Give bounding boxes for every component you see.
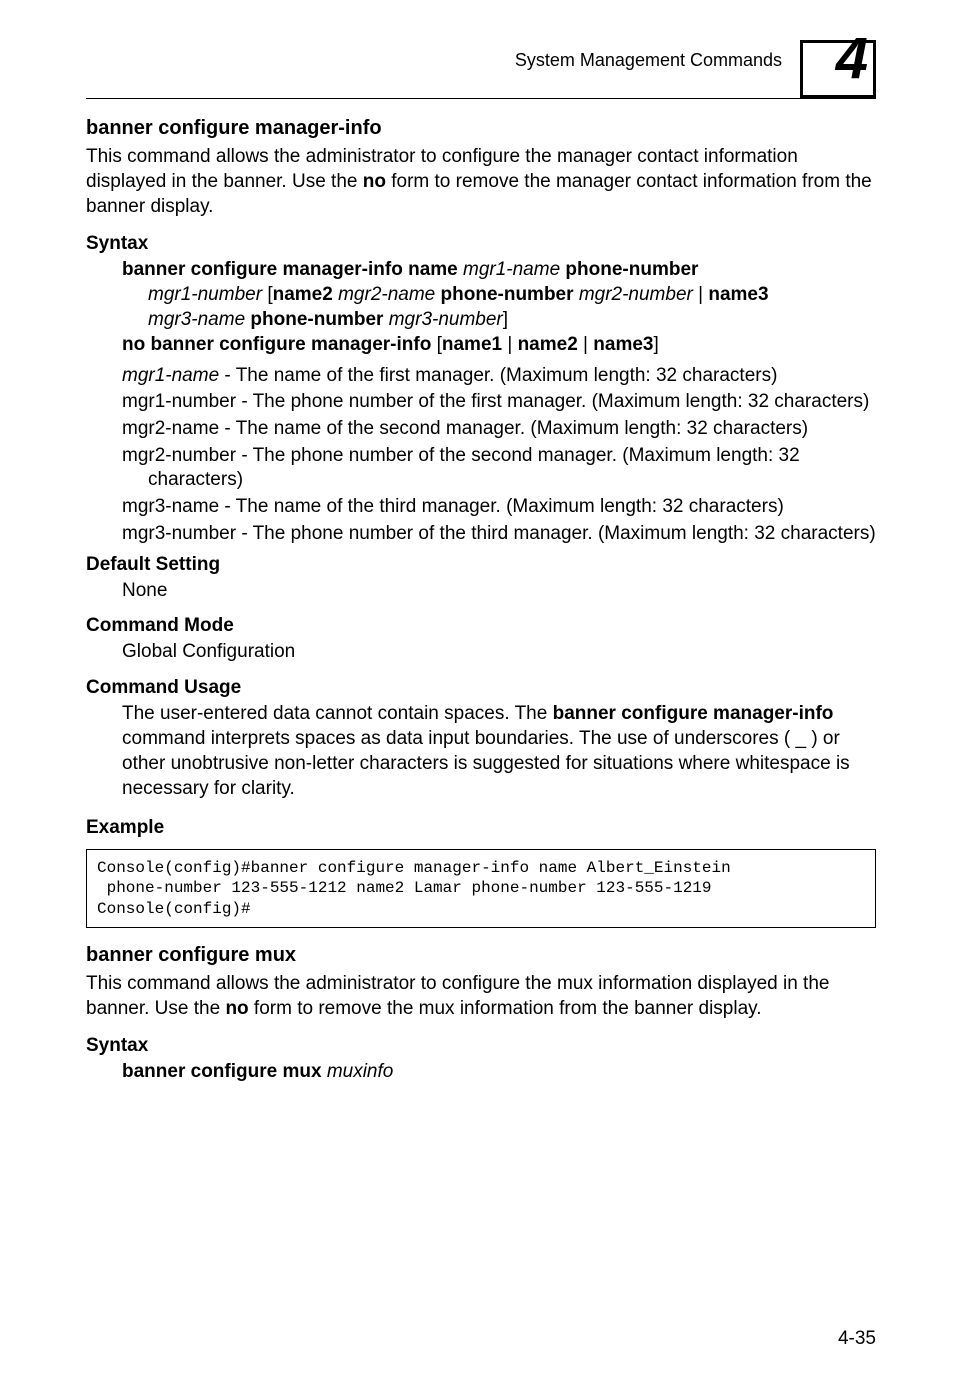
syntax-arg: mgr2-name [338,284,435,305]
syntax-punct: ] [503,309,508,330]
page-number: 4-35 [838,1328,876,1350]
syntax-arg: mgr3-name [148,309,245,330]
syntax-kw: name3 [708,284,768,305]
syntax-sep: | [578,334,594,355]
syntax-opt: name3 [593,334,653,355]
param-mgr3-name: mgr3-name - The name of the third manage… [122,495,876,520]
section-intro-mux: This command allows the administrator to… [86,971,876,1021]
syntax-punct: ] [653,334,658,355]
syntax-block: banner configure manager-info name mgr1-… [122,257,876,357]
syntax-line-4: no banner configure manager-info [name1 … [122,332,876,357]
param-mgr1-name: mgr1-name - The name of the first manage… [122,364,876,389]
example-heading: Example [86,817,876,839]
syntax-cmd: no banner configure manager-info [122,334,431,355]
intro-mux-t2: form to remove the mux information from … [249,998,762,1019]
command-mode-heading: Command Mode [86,615,876,637]
syntax-punct: [ [262,284,273,305]
syntax-line-3: mgr3-name phone-number mgr3-number] [122,307,876,332]
syntax-heading: Syntax [86,233,876,255]
syntax-kw: name2 [273,284,333,305]
chapter-number: 4 [836,30,868,88]
command-mode-value: Global Configuration [122,639,876,664]
section-intro: This command allows the administrator to… [86,144,876,219]
parameter-list: mgr1-name - The name of the first manage… [122,364,876,547]
syntax-kw: phone-number [245,309,389,330]
syntax-line-1: banner configure manager-info name mgr1-… [122,257,876,282]
page-header: System Management Commands 4 [86,36,876,92]
syntax-kw: phone-number [435,284,579,305]
section-title-mux: banner configure mux [86,944,876,967]
command-usage-text: The user-entered data cannot contain spa… [122,701,876,801]
command-usage-heading: Command Usage [86,677,876,699]
default-setting-value: None [122,578,876,603]
section-title-manager-info: banner configure manager-info [86,117,876,140]
syntax-arg: mgr1-number [148,284,262,305]
usage-t2: command interprets spaces as data input … [122,728,850,799]
param-name: mgr1-name [122,365,219,386]
param-mgr2-number: mgr2-number - The phone number of the se… [122,444,876,493]
example-code-block: Console(config)#banner configure manager… [86,849,876,928]
syntax-sep: | [502,334,518,355]
header-rule [86,98,876,99]
param-mgr1-number: mgr1-number - The phone number of the fi… [122,390,876,415]
syntax-arg: mgr3-number [389,309,503,330]
intro-mux-no: no [225,998,248,1019]
syntax-mux-cmd: banner configure mux [122,1061,327,1082]
header-title: System Management Commands [515,36,782,71]
syntax-punct: [ [431,334,442,355]
syntax-line-2: mgr1-number [name2 mgr2-name phone-numbe… [122,282,876,307]
default-setting-heading: Default Setting [86,554,876,576]
chapter-badge: 4 [798,36,876,92]
param-mgr3-number: mgr3-number - The phone number of the th… [122,522,876,547]
syntax-arg: mgr2-number [579,284,693,305]
param-mgr2-name: mgr2-name - The name of the second manag… [122,417,876,442]
usage-cmd: banner configure manager-info [553,703,834,724]
syntax-cmd: banner configure manager-info name [122,259,463,280]
syntax-mux-arg: muxinfo [327,1061,394,1082]
intro-no: no [363,171,386,192]
syntax-opt: name2 [518,334,578,355]
syntax-sep: | [693,284,709,305]
syntax-block-mux: banner configure mux muxinfo [122,1059,876,1084]
syntax-kw: phone-number [560,259,698,280]
usage-t1: The user-entered data cannot contain spa… [122,703,553,724]
syntax-heading-mux: Syntax [86,1035,876,1057]
syntax-opt: name1 [442,334,502,355]
syntax-arg: mgr1-name [463,259,560,280]
param-desc: - The name of the first manager. (Maximu… [219,365,777,386]
